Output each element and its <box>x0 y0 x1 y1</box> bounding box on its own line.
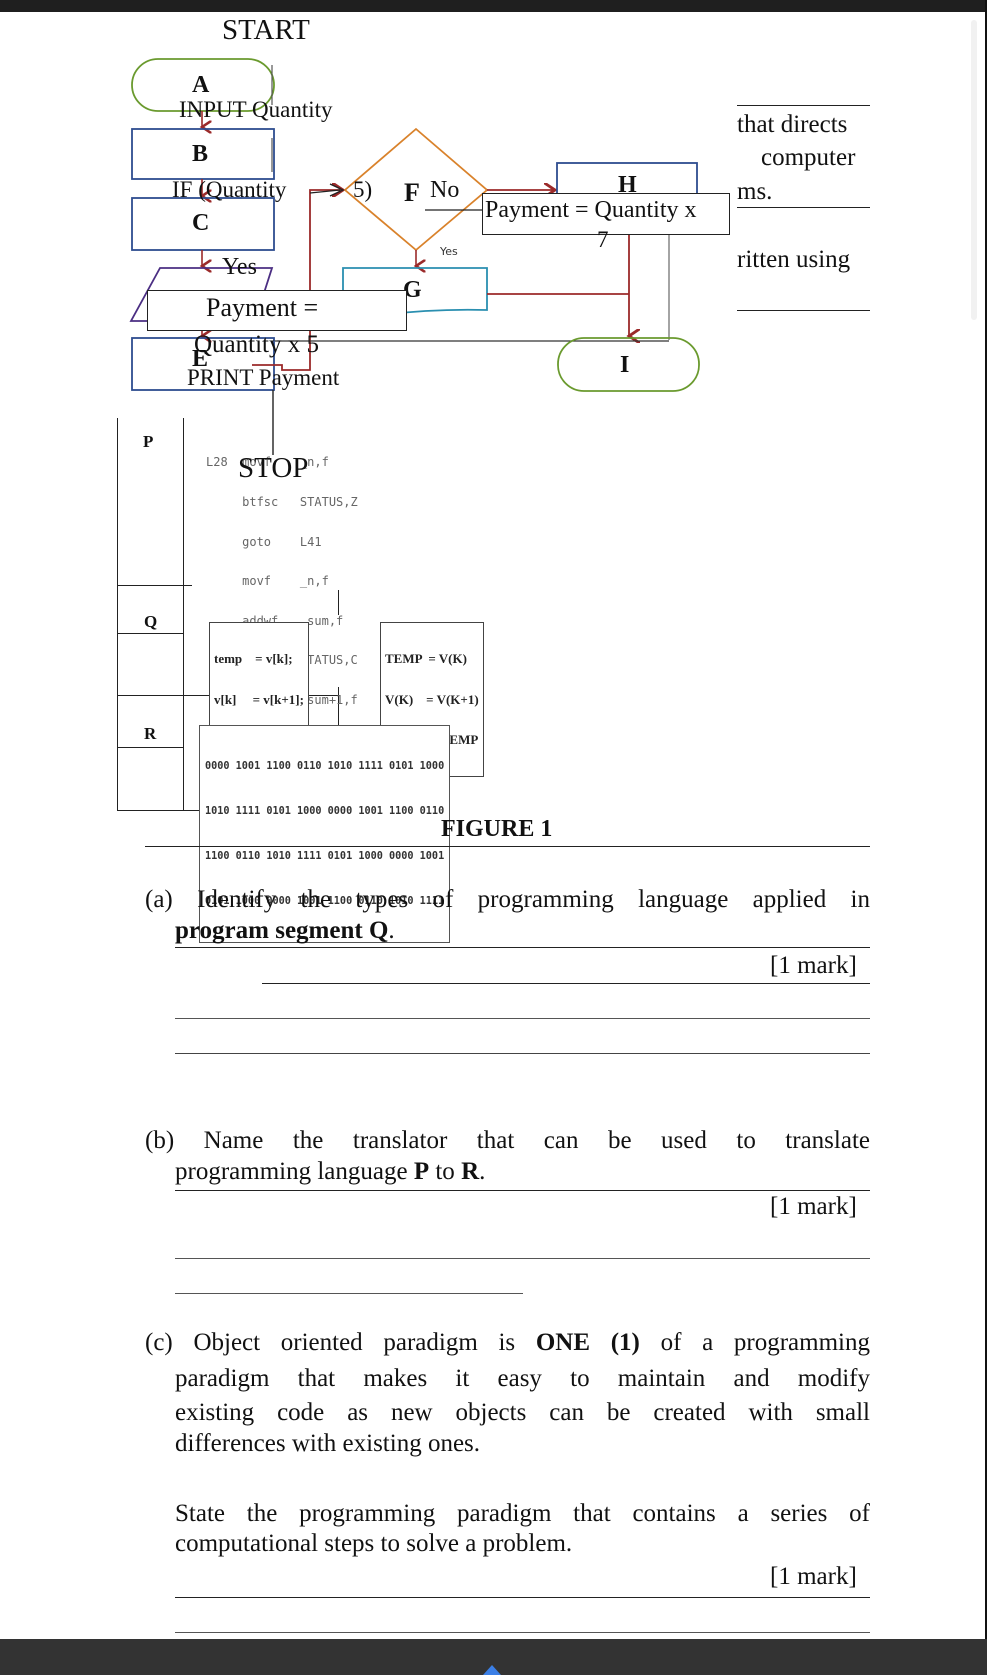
table-left-border <box>117 418 118 811</box>
question-b-line2: programming language P to R. <box>175 1158 485 1186</box>
answer-line[interactable] <box>175 1053 870 1054</box>
answer-line[interactable] <box>175 1018 870 1019</box>
payment-d-text: Payment = <box>206 293 319 322</box>
row-divider-p-q <box>117 585 192 586</box>
question-a-bold: program segment Q <box>175 917 389 944</box>
question-a-line1: (a) Identify the types of programming la… <box>145 886 870 913</box>
answer-line[interactable] <box>175 1597 870 1598</box>
question-c-text: of a programming <box>639 1329 870 1356</box>
answer-line[interactable] <box>175 1293 523 1294</box>
question-c-line4: differences with existing ones. <box>175 1430 481 1457</box>
question-c-bold: ONE (1) <box>535 1329 640 1356</box>
caret-up-icon[interactable] <box>483 1665 501 1675</box>
table-divider <box>183 418 184 811</box>
question-a-marks: [1 mark] <box>770 952 857 979</box>
question-a-period: . <box>388 917 395 944</box>
payment-h-seven: 7 <box>597 227 609 252</box>
answer-line[interactable] <box>175 1632 870 1633</box>
caption-rule <box>145 846 870 847</box>
bg-text-1: that directs <box>737 111 848 138</box>
question-c-text: (c) Object oriented paradigm is <box>145 1329 536 1356</box>
question-c-marks: [1 mark] <box>770 1563 857 1590</box>
question-b-period: . <box>479 1158 486 1185</box>
code-line: V(K) = V(K+1) <box>385 691 479 707</box>
payment-d-text-2: Quantity x 5 <box>194 331 319 358</box>
bg-text-3: ms. <box>737 178 773 205</box>
bg-text-4: ritten using <box>737 246 851 273</box>
print-payment-label: PRINT Payment <box>187 365 340 390</box>
code-line: TEMP = V(K) <box>385 651 467 666</box>
bg-text-2: computer <box>761 144 856 171</box>
bg-rule-3 <box>737 310 870 311</box>
no-label: No <box>430 177 460 203</box>
bg-rule-1 <box>737 105 870 106</box>
code-line: 0000 1001 1100 0110 1010 1111 0101 1000 <box>205 761 445 772</box>
question-b-line1: (b) Name the translator that can be used… <box>145 1127 870 1154</box>
question-b-text: programming language <box>175 1158 414 1185</box>
row-label-p: P <box>143 432 154 451</box>
question-c-line6: computational steps to solve a problem. <box>175 1530 573 1557</box>
question-b-p: P <box>413 1158 430 1185</box>
row-rule-r <box>117 747 184 748</box>
payment-d-box: Payment = <box>147 290 407 331</box>
question-c-line1: (c) Object oriented paradigm is ONE (1) … <box>145 1329 870 1357</box>
code-line: temp = v[k]; <box>214 651 293 666</box>
payment-h-text: Payment = Quantity x <box>485 197 697 223</box>
answer-rule <box>175 947 870 948</box>
row-rule-q <box>117 633 184 634</box>
question-b-marks: [1 mark] <box>770 1193 857 1220</box>
question-a-line2: program segment Q. <box>175 917 395 945</box>
code-line: v[k] = v[k+1]; <box>214 691 304 707</box>
question-c-line3: existing code as new objects can be crea… <box>175 1399 870 1426</box>
question-c-line2: paradigm that makes it easy to maintain … <box>175 1365 870 1392</box>
row-label-q: Q <box>144 612 158 631</box>
row-label-r: R <box>144 724 157 743</box>
figure-caption: FIGURE 1 <box>441 816 553 842</box>
bg-rule-2 <box>737 207 870 208</box>
answer-line[interactable] <box>175 1258 870 1259</box>
code-line: 1100 0110 1010 1111 0101 1000 0000 1001 <box>205 851 445 862</box>
answer-rule <box>175 1190 870 1191</box>
stop-label: STOP <box>238 452 309 484</box>
question-b-r: R <box>461 1158 480 1185</box>
code-line: movf _n,f <box>206 574 329 589</box>
code-line: goto L41 <box>206 534 322 549</box>
code-line: btfsc STATUS,Z <box>206 495 358 510</box>
yes-small-label: Yes <box>440 245 458 258</box>
yes-label: Yes <box>222 254 257 280</box>
code-line: 1010 1111 0101 1000 0000 1001 1100 0110 <box>205 806 445 817</box>
question-c-line5: State the programming paradigm that cont… <box>175 1500 870 1527</box>
question-b-to: to <box>429 1158 462 1185</box>
answer-line[interactable] <box>262 983 870 984</box>
